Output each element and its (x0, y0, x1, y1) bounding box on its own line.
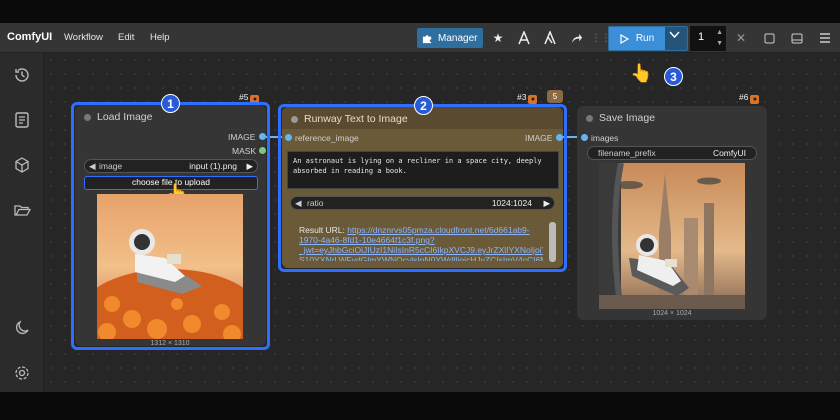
arrow-left-icon: ◀ (89, 161, 96, 171)
ratio-combo-widget[interactable]: ◀ ratio 1024:1024 ▶ (290, 196, 555, 210)
image-combo-widget[interactable]: ◀ image input (1).png ▶ (84, 159, 258, 173)
step-number-3: 3 (664, 67, 683, 86)
output-port-mask[interactable] (259, 147, 266, 154)
node-title: Save Image (599, 112, 656, 124)
step-number-2: 2 (414, 96, 433, 115)
bottom-bar (0, 392, 840, 420)
fox-icon: ● (528, 95, 538, 104)
result-url-text: Result URL: https://dnznrvs05pmza.cloudf… (299, 225, 543, 261)
output-label-image: IMAGE (228, 132, 256, 142)
widget-value: ComfyUI (712, 148, 746, 158)
node-id-badge-save: #6 ● (739, 92, 760, 104)
input-label-images: images (591, 133, 619, 143)
input-port-reference[interactable] (285, 134, 292, 141)
arrow-left-icon: ◀ (295, 198, 302, 208)
pointer-hand-icon: 👆 (630, 63, 653, 83)
image-dimensions: 1312 × 1310 (150, 340, 190, 347)
output-port-image[interactable] (259, 133, 266, 140)
input-image-preview (97, 194, 243, 339)
output-port-image[interactable] (556, 134, 563, 141)
widget-value: input (1).png (189, 161, 237, 171)
input-label-reference: reference_image (295, 133, 359, 143)
node-id-badge-runway: #3 ● (517, 92, 538, 104)
widget-label: ratio (307, 198, 324, 208)
input-port-images[interactable] (581, 134, 588, 141)
arrow-right-icon: ▶ (246, 161, 253, 171)
output-label-mask: MASK (232, 146, 257, 156)
arrow-right-icon: ▶ (543, 198, 550, 208)
filename-prefix-widget[interactable]: filename_prefix ComfyUI (587, 146, 757, 160)
widget-label: image (99, 161, 123, 171)
prompt-textarea[interactable]: An astronaut is lying on a recliner in a… (287, 151, 559, 189)
result-scrollbar[interactable] (549, 222, 556, 262)
step-number-1: 1 (161, 94, 180, 113)
widget-value: 1024:1024 (491, 198, 532, 208)
image-dimensions: 1024 × 1024 (652, 310, 692, 317)
output-label-image: IMAGE (525, 133, 553, 143)
widget-label: filename_prefix (598, 148, 656, 158)
fox-icon: ● (750, 95, 760, 104)
price-badge: 5 (547, 90, 563, 103)
output-image-preview (599, 163, 745, 309)
